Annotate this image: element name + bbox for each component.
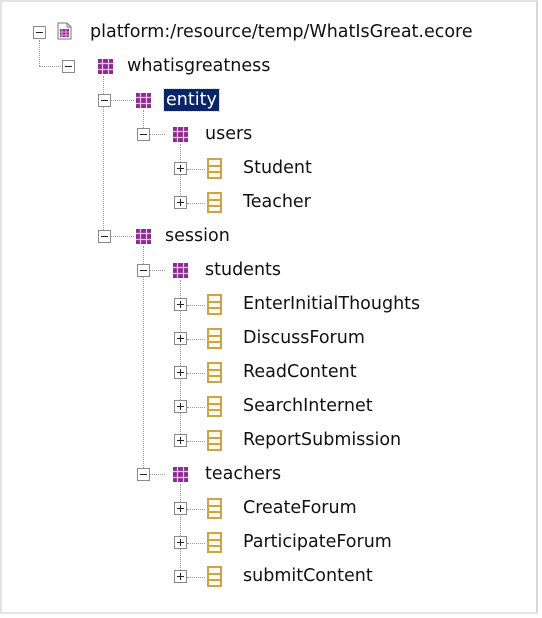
eclass-icon xyxy=(207,498,222,519)
tree-connector xyxy=(187,373,205,374)
tree-node-label[interactable]: Student xyxy=(243,157,312,179)
tree-node-label[interactable]: users xyxy=(205,123,252,145)
tree-connector xyxy=(187,407,205,408)
epackage-icon xyxy=(136,229,151,244)
tree-connector xyxy=(187,543,205,544)
eclass-icon xyxy=(207,430,222,451)
tree-node-label[interactable]: ReportSubmission xyxy=(243,429,401,451)
epackage-icon xyxy=(173,467,188,482)
tree-node-label[interactable]: ParticipateForum xyxy=(243,531,392,553)
expand-toggle[interactable] xyxy=(174,434,187,447)
tree-connector xyxy=(187,305,205,306)
tree-node-label[interactable]: students xyxy=(205,259,281,281)
tree-connector xyxy=(39,40,40,66)
collapse-toggle[interactable] xyxy=(137,264,150,277)
eclass-icon xyxy=(207,328,222,349)
tree-connector xyxy=(180,484,181,578)
expand-toggle[interactable] xyxy=(174,162,187,175)
tree-connector xyxy=(143,246,144,470)
expand-toggle[interactable] xyxy=(174,332,187,345)
collapse-toggle[interactable] xyxy=(98,94,111,107)
expand-toggle[interactable] xyxy=(174,502,187,515)
expand-toggle[interactable] xyxy=(174,570,187,583)
eclass-icon xyxy=(207,566,222,587)
collapse-toggle[interactable] xyxy=(137,468,150,481)
tree-connector xyxy=(187,339,205,340)
eclass-icon xyxy=(207,362,222,383)
tree-node-label[interactable]: submitContent xyxy=(243,565,373,587)
tree-node-label[interactable]: Teacher xyxy=(243,191,311,213)
tree-connector xyxy=(187,441,205,442)
tree-node-label-selected[interactable]: entity xyxy=(163,88,220,112)
collapse-toggle[interactable] xyxy=(62,60,75,73)
expand-toggle[interactable] xyxy=(174,366,187,379)
tree-connector xyxy=(187,577,205,578)
epackage-icon xyxy=(98,59,113,74)
tree-node-label[interactable]: SearchInternet xyxy=(243,395,373,417)
epackage-icon xyxy=(136,93,151,108)
tree-node-label[interactable]: teachers xyxy=(205,463,281,485)
collapse-toggle[interactable] xyxy=(33,26,46,39)
collapse-toggle[interactable] xyxy=(98,230,111,243)
eclass-icon xyxy=(207,396,222,417)
tree-node-label[interactable]: platform:/resource/temp/WhatIsGreat.ecor… xyxy=(90,21,473,43)
tree-node-label[interactable]: DiscussForum xyxy=(243,327,365,349)
tree-node-label[interactable]: ReadContent xyxy=(243,361,357,383)
tree-connector xyxy=(39,66,63,67)
tree-node-label[interactable]: whatisgreatness xyxy=(127,55,270,77)
eclass-icon xyxy=(207,158,222,179)
ecore-resource-icon xyxy=(57,22,72,40)
expand-toggle[interactable] xyxy=(174,400,187,413)
tree-node-label[interactable]: session xyxy=(165,225,230,247)
ecore-tree-view[interactable]: platform:/resource/temp/WhatIsGreat.ecor… xyxy=(0,0,542,618)
eclass-icon xyxy=(207,532,222,553)
tree-node-label[interactable]: EnterInitialThoughts xyxy=(243,293,420,315)
eclass-icon xyxy=(207,192,222,213)
tree-connector xyxy=(187,509,205,510)
tree-connector xyxy=(187,169,205,170)
collapse-toggle[interactable] xyxy=(137,128,150,141)
tree-node-label[interactable]: CreateForum xyxy=(243,497,357,519)
tree-connector xyxy=(187,203,205,204)
expand-toggle[interactable] xyxy=(174,196,187,209)
epackage-icon xyxy=(173,263,188,278)
expand-toggle[interactable] xyxy=(174,536,187,549)
expand-toggle[interactable] xyxy=(174,298,187,311)
eclass-icon xyxy=(207,294,222,315)
epackage-icon xyxy=(173,127,188,142)
